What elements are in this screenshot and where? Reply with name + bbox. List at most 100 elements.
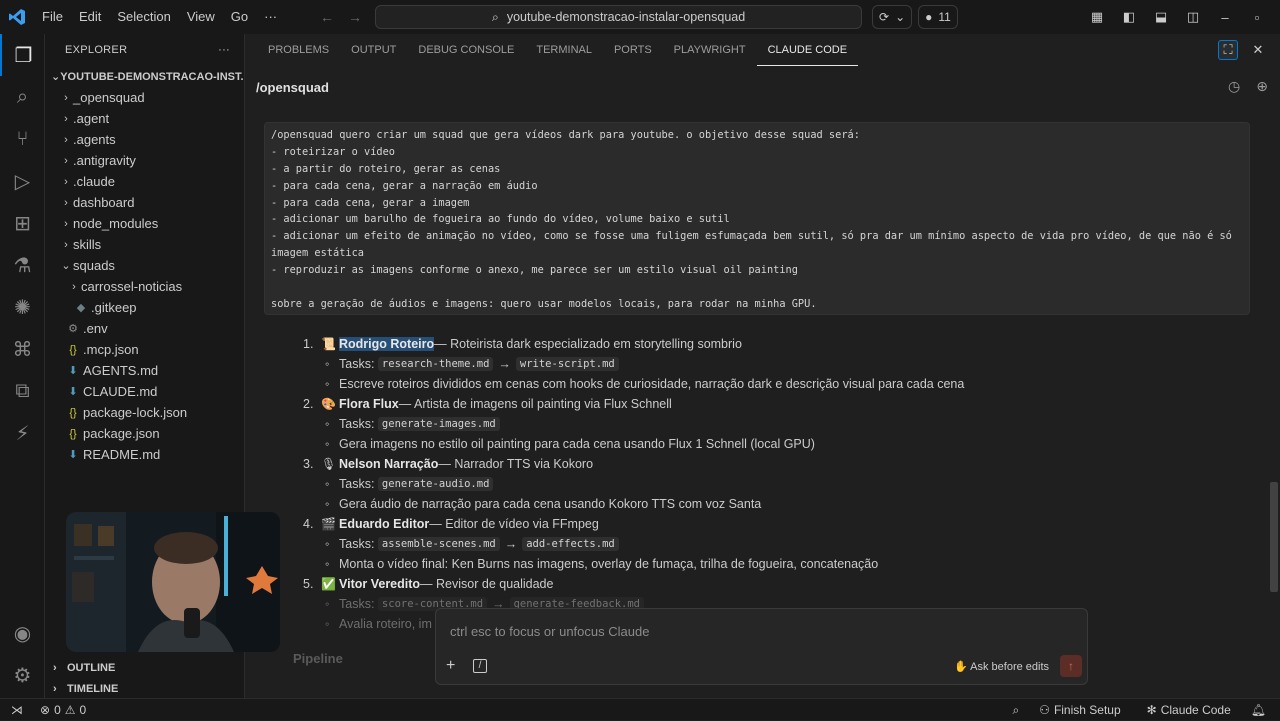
search-icon[interactable]: ⌕	[0, 76, 45, 118]
maximize-panel-icon[interactable]: ⛶	[1218, 40, 1238, 60]
prompt-line: - adicionar um efeito de animação no víd…	[271, 230, 1232, 243]
chevron-icon: ›	[64, 238, 68, 251]
minimize-icon[interactable]: –	[1216, 10, 1234, 25]
tree-item[interactable]: ⚙ .env	[45, 318, 244, 339]
ask-before-edits-toggle[interactable]: ✋ Ask before edits	[954, 660, 1049, 673]
attach-plus-icon[interactable]: +	[446, 657, 455, 675]
testing-icon[interactable]: ⚗	[0, 244, 45, 286]
agent-detail: ◦ Gera áudio de narração para cada cena u…	[303, 494, 1043, 514]
tasks-label: Tasks:	[339, 597, 375, 611]
more-actions-icon[interactable]: ···	[218, 44, 230, 56]
tree-item[interactable]: › skills	[45, 234, 244, 255]
tree-item[interactable]: › dashboard	[45, 192, 244, 213]
tree-item[interactable]: › _opensquad	[45, 87, 244, 108]
account-icon[interactable]: ◉	[0, 612, 45, 654]
copilot-button[interactable]: ⟳ ⌄	[872, 5, 913, 29]
bullet: ◦	[325, 617, 330, 631]
tree-item[interactable]: ⬇ README.md	[45, 444, 244, 465]
toggle-sidebar-icon[interactable]: ◧	[1120, 9, 1138, 25]
tree-item[interactable]: › .antigravity	[45, 150, 244, 171]
panel-tab[interactable]: PLAYWRIGHT	[663, 34, 757, 66]
agent-tasks: ◦ Tasks: assemble-scenes.md → add-effects.m…	[303, 534, 1043, 554]
file-type-icon: ⬇	[68, 449, 78, 461]
vscode-logo-icon	[0, 0, 34, 34]
agent-number: 2.	[303, 397, 314, 411]
workspace-root[interactable]: ⌄ YOUTUBE-DEMONSTRACAO-INST...	[45, 66, 244, 87]
tree-item[interactable]: ◆ .gitkeep	[45, 297, 244, 318]
panel-tab[interactable]: PROBLEMS	[257, 34, 340, 66]
timeline-section[interactable]: › TIMELINE	[45, 678, 245, 699]
agent-tasks: ◦ Tasks: generate-audio.md	[303, 474, 1043, 494]
tree-item-label: .agents	[73, 132, 116, 147]
zoom-icon[interactable]: ⌕	[1012, 703, 1019, 718]
send-button[interactable]: ↑	[1060, 655, 1082, 677]
chat-composer[interactable]: ctrl esc to focus or unfocus Claude + / …	[435, 608, 1088, 685]
tree-item-label: README.md	[83, 447, 161, 462]
tree-item[interactable]: ⬇ AGENTS.md	[45, 360, 244, 381]
menu-item[interactable]: Edit	[71, 0, 109, 34]
remote-indicator-icon[interactable]: ⋊	[0, 699, 34, 721]
run-debug-icon[interactable]: ▷	[0, 160, 45, 202]
agent-number: 4.	[303, 517, 314, 531]
remote-explorer-icon[interactable]: ⧉	[0, 370, 45, 412]
claude-icon[interactable]: ✺	[0, 286, 45, 328]
tree-item[interactable]: {} package-lock.json	[45, 402, 244, 423]
slash-command-icon[interactable]: /	[473, 659, 487, 673]
forward-arrow-icon[interactable]: →	[348, 9, 362, 25]
python-icon[interactable]: ⌘	[0, 328, 45, 370]
tree-item[interactable]: ⌄ squads	[45, 255, 244, 276]
menu-item[interactable]: Selection	[109, 0, 178, 34]
menu-item[interactable]: Go	[223, 0, 256, 34]
tree-item[interactable]: › carrossel-noticias	[45, 276, 244, 297]
panel-tab[interactable]: PORTS	[603, 34, 663, 66]
chevron-icon: ›	[64, 196, 68, 209]
panel-tab[interactable]: DEBUG CONSOLE	[407, 34, 525, 66]
menu-item[interactable]: File	[34, 0, 71, 34]
tree-item[interactable]: › .claude	[45, 171, 244, 192]
tree-item[interactable]: › .agent	[45, 108, 244, 129]
extensions-icon[interactable]: ⊞	[0, 202, 45, 244]
notifications-button[interactable]: ● 11	[918, 5, 958, 29]
panel-tab[interactable]: CLAUDE CODE	[756, 35, 859, 66]
tree-item[interactable]: {} .mcp.json	[45, 339, 244, 360]
menu-item[interactable]: View	[179, 0, 223, 34]
tree-item[interactable]: › .agents	[45, 129, 244, 150]
composer-placeholder[interactable]: ctrl esc to focus or unfocus Claude	[450, 624, 649, 639]
problems-indicator[interactable]: ⊗ 0 ⚠ 0	[34, 703, 92, 717]
tasks-label: Tasks:	[339, 477, 375, 491]
bullet: ◦	[325, 377, 330, 391]
restore-icon[interactable]: ▫	[1248, 10, 1266, 25]
menu-item[interactable]: ···	[256, 0, 285, 34]
finish-setup-button[interactable]: ⚇ Finish Setup	[1033, 703, 1126, 717]
toggle-panel-icon[interactable]: ⬓	[1152, 9, 1170, 25]
settings-gear-icon[interactable]: ⚙	[0, 654, 45, 696]
tree-item[interactable]: ⬇ CLAUDE.md	[45, 381, 244, 402]
tree-item-label: carrossel-noticias	[81, 279, 183, 294]
bullet: ◦	[325, 597, 330, 611]
claude-code-status[interactable]: ✻ Claude Code	[1141, 703, 1237, 717]
webcam-overlay	[66, 512, 280, 652]
bell-icon[interactable]: 🔔︎	[1251, 703, 1266, 717]
outline-section[interactable]: › OUTLINE	[45, 657, 245, 678]
back-arrow-icon[interactable]: ←	[320, 9, 334, 25]
prompt-line: - roteirizar o vídeo	[271, 145, 395, 158]
history-icon[interactable]: ◷	[1228, 78, 1240, 95]
scrollbar[interactable]	[1270, 482, 1278, 592]
agent-name: Vitor Veredito	[339, 577, 421, 591]
tree-item[interactable]: {} package.json	[45, 423, 244, 444]
agent-name: Eduardo Editor	[339, 517, 430, 531]
panel-tab[interactable]: TERMINAL	[525, 34, 603, 66]
tree-item[interactable]: › node_modules	[45, 213, 244, 234]
lightning-icon[interactable]: ⚡	[0, 412, 45, 454]
close-panel-icon[interactable]: ✕	[1248, 40, 1268, 60]
source-control-icon[interactable]: ⑂	[0, 118, 45, 160]
chevron-icon: ⌄	[61, 260, 71, 272]
explorer-icon[interactable]: ❐	[0, 34, 45, 76]
command-center-search[interactable]: ⌕ youtube-demonstracao-instalar-opensqua…	[375, 5, 862, 29]
toggle-secondary-sidebar-icon[interactable]: ◫	[1184, 9, 1202, 25]
new-chat-icon[interactable]: ⊕	[1256, 78, 1268, 95]
layout-icon[interactable]: ▦	[1088, 9, 1106, 25]
agent-detail-text: Gera áudio de narração para cada cena us…	[339, 497, 762, 511]
panel-tab[interactable]: OUTPUT	[340, 34, 407, 66]
hand-icon: ✋	[954, 661, 968, 673]
